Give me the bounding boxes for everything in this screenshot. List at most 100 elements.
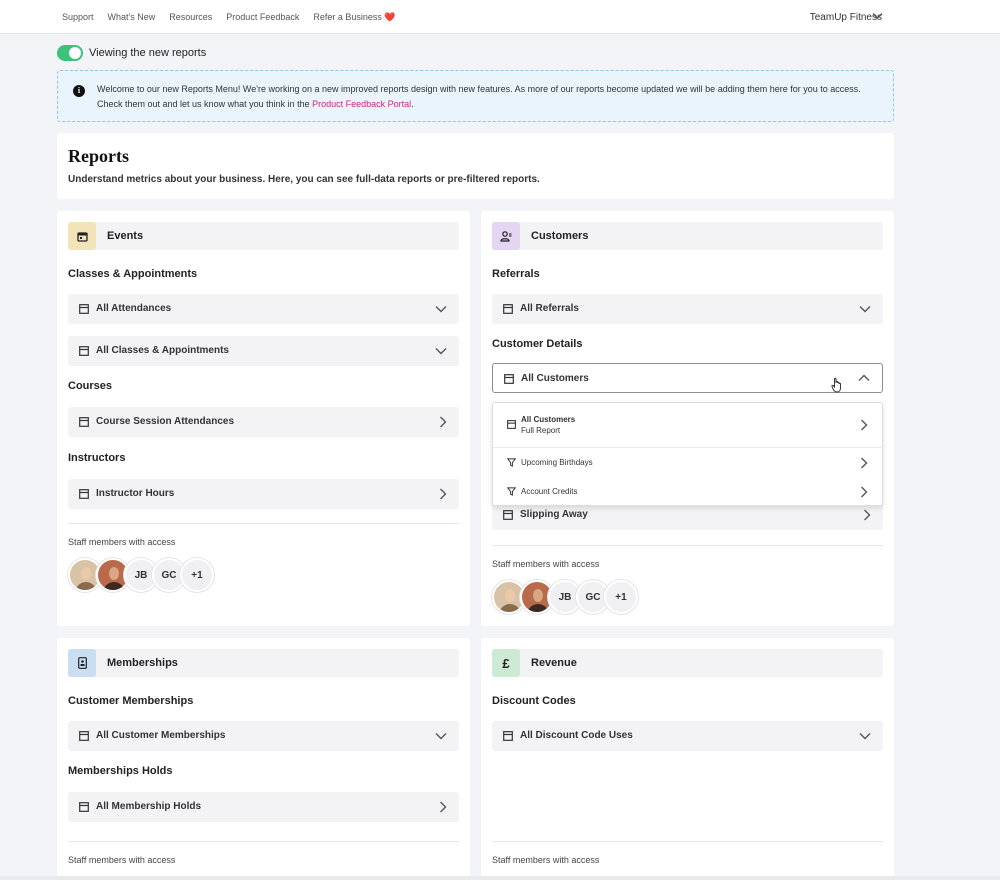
banner-text: Welcome to our new Reports Menu! We're w… [97,82,887,112]
memberships-card-header: Memberships [68,649,459,677]
chevron-right-icon [861,457,868,469]
info-icon: i [73,85,85,97]
customer-memberships-heading: Customer Memberships [68,695,194,707]
chevron-up-icon [858,374,870,381]
staff-access-label: Staff members with access [68,855,176,865]
table-icon [507,420,516,429]
table-icon [79,731,89,741]
toggle-label: Viewing the new reports [89,47,207,59]
all-referrals-label: All Referrals [520,303,579,314]
page-subtitle: Understand metrics about your business. … [68,174,540,185]
nav-resources-link[interactable]: Resources [169,12,212,22]
staff-avatars: JB GC +1 [492,580,638,614]
filter-icon [507,487,516,496]
table-icon [79,417,89,427]
customer-details-heading: Customer Details [492,338,583,350]
chevron-right-icon [440,416,447,428]
table-icon [503,510,513,520]
top-nav: Support What's New Resources Product Fee… [62,0,396,34]
product-feedback-portal-link[interactable]: Product Feedback Portal [312,99,411,109]
memberships-title: Memberships [107,657,178,669]
divider [68,523,459,524]
discount-codes-heading: Discount Codes [492,695,576,707]
nav-support-link[interactable]: Support [62,12,94,22]
staff-access-label: Staff members with access [68,537,176,547]
instructors-heading: Instructors [68,452,126,464]
all-referrals-row[interactable]: All Referrals [492,294,883,324]
chevron-down-icon[interactable] [872,12,883,20]
classes-appointments-heading: Classes & Appointments [68,268,198,280]
course-session-attendances-row[interactable]: Course Session Attendances [68,407,459,437]
all-customers-dropdown: All Customers Full Report Upcoming Birth… [492,402,883,506]
all-membership-holds-row[interactable]: All Membership Holds [68,792,459,822]
all-customers-label: All Customers [521,373,589,384]
avatar-more[interactable]: +1 [604,580,638,614]
reports-header: Reports Understand metrics about your bu… [57,133,894,199]
dropdown-item-upcoming-birthdays[interactable]: Upcoming Birthdays [493,448,882,477]
users-icon [492,222,520,250]
all-customers-row[interactable]: All Customers [492,363,883,393]
chevron-down-icon [859,733,871,740]
nav-whats-new-link[interactable]: What's New [108,12,156,22]
revenue-card: £ Revenue Discount Codes All Discount Co… [481,638,894,880]
all-classes-appointments-row[interactable]: All Classes & Appointments [68,336,459,366]
chevron-down-icon [435,733,447,740]
courses-heading: Courses [68,380,113,392]
pound-icon: £ [492,649,520,677]
new-reports-toggle[interactable] [57,45,83,61]
all-discount-code-uses-label: All Discount Code Uses [520,730,633,741]
chevron-right-icon [861,419,868,431]
nav-product-feedback-link[interactable]: Product Feedback [226,12,299,22]
chevron-right-icon [861,486,868,498]
id-card-icon [68,649,96,677]
chevron-down-icon [859,306,871,313]
memberships-card: Memberships Customer Memberships All Cus… [57,638,470,880]
table-icon [79,304,89,314]
all-membership-holds-label: All Membership Holds [96,801,202,812]
chevron-right-icon [440,488,447,500]
banner-period: . [411,99,414,109]
customers-title: Customers [531,230,589,242]
table-icon [503,304,513,314]
page-bottom-edge [0,876,1000,880]
table-icon [79,489,89,499]
new-reports-toggle-row: Viewing the new reports [57,45,206,61]
staff-access-label: Staff members with access [492,559,600,569]
dropdown-item-full-report[interactable]: All Customers Full Report [493,403,882,447]
divider [492,545,883,546]
chevron-down-icon [435,306,447,313]
all-customer-memberships-row[interactable]: All Customer Memberships [68,721,459,751]
hand-cursor-icon [831,377,841,393]
page-title: Reports [68,146,129,166]
nav-refer-business-link[interactable]: Refer a Business ❤️ [313,12,395,23]
table-icon [79,802,89,812]
all-attendances-label: All Attendances [96,303,172,314]
staff-avatars: JB GC +1 [68,558,214,592]
calendar-icon [68,222,96,250]
top-bar: Support What's New Resources Product Fee… [0,0,1000,34]
all-classes-appointments-label: All Classes & Appointments [96,345,229,356]
events-card-header: Events [68,222,459,250]
upcoming-birthdays-label: Upcoming Birthdays [521,458,593,467]
all-attendances-row[interactable]: All Attendances [68,294,459,324]
referrals-heading: Referrals [492,268,540,280]
account-credits-label: Account Credits [521,487,578,496]
chevron-down-icon [435,348,447,355]
instructor-hours-row[interactable]: Instructor Hours [68,479,459,509]
divider [68,841,459,842]
all-discount-code-uses-row[interactable]: All Discount Code Uses [492,721,883,751]
events-card: Events Classes & Appointments All Attend… [57,211,470,626]
info-banner: i Welcome to our new Reports Menu! We're… [57,70,894,122]
chevron-right-icon [864,509,871,521]
filter-icon [507,458,516,467]
customers-card-header: Customers [492,222,883,250]
chevron-right-icon [440,801,447,813]
revenue-title: Revenue [531,657,577,669]
dropdown-item-account-credits[interactable]: Account Credits [493,477,882,506]
instructor-hours-label: Instructor Hours [96,488,175,499]
table-icon [504,374,514,384]
avatar-more[interactable]: +1 [180,558,214,592]
divider [492,841,883,842]
banner-message: Welcome to our new Reports Menu! We're w… [97,84,861,109]
staff-access-label: Staff members with access [492,855,600,865]
